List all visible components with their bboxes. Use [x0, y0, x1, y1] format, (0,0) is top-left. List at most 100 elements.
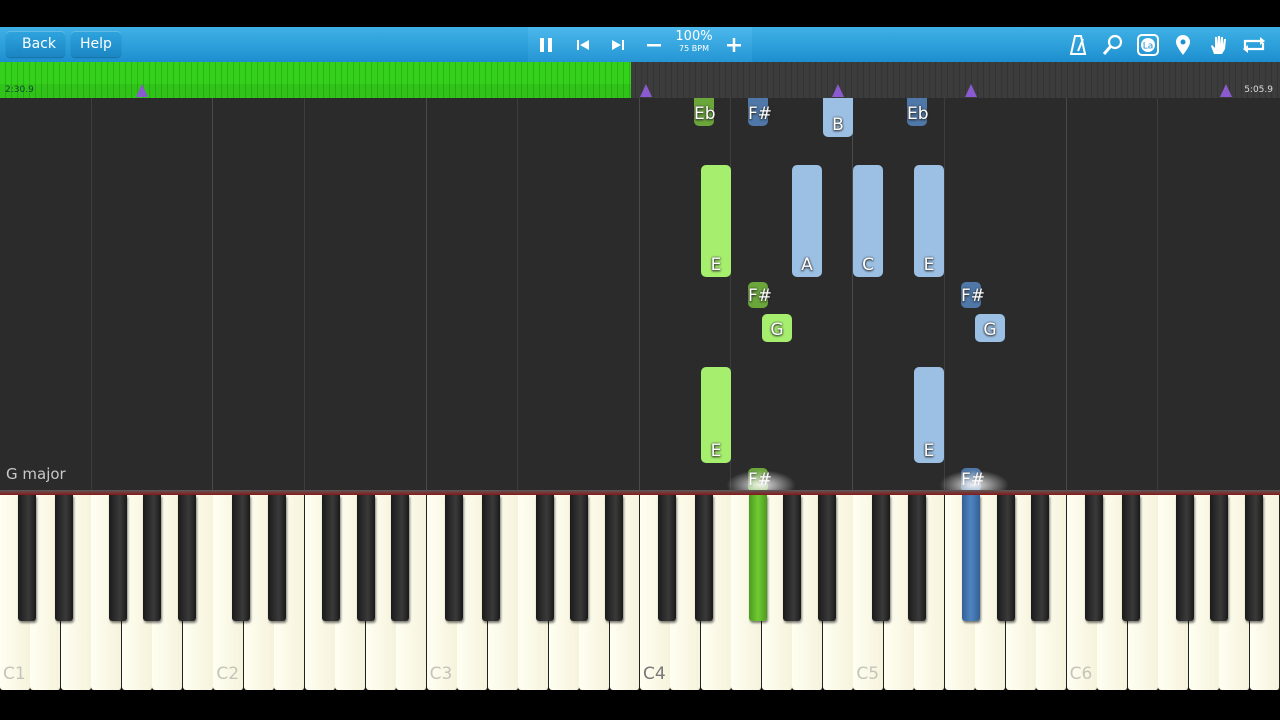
black-key-D-sharp6[interactable] [1121, 495, 1140, 621]
location-pin-icon[interactable] [1168, 27, 1198, 62]
end-time: 5:05.9 [1244, 85, 1273, 95]
note-bar: E [914, 165, 944, 277]
black-key-D-sharp1[interactable] [54, 495, 73, 621]
tempo-percent: 100% [675, 29, 713, 44]
black-key-D-sharp4[interactable] [694, 495, 713, 621]
black-key-D-sharp2[interactable] [268, 495, 287, 621]
black-key-C-sharp1[interactable] [18, 495, 37, 621]
progress-bar [0, 62, 632, 98]
black-key-F-sharp5[interactable] [962, 495, 981, 621]
tempo-readout: 100% 75 BPM [672, 29, 716, 54]
key-hit-glow [939, 470, 1009, 490]
synthesia-window: Back Help 100% 75 BPM La 2:30.9 5:05.9 E… [0, 0, 1280, 720]
black-key-C-sharp4[interactable] [658, 495, 677, 621]
note-bar: Eb [694, 98, 716, 126]
note-bar: F# [961, 282, 986, 308]
metronome-icon[interactable] [1063, 27, 1093, 62]
octave-label: C5 [856, 664, 880, 684]
note-label: E [923, 441, 935, 461]
note-bar: E [701, 367, 731, 463]
note-bar: F# [748, 98, 773, 126]
note-bar: Eb [907, 98, 929, 126]
black-key-F-sharp6[interactable] [1175, 495, 1194, 621]
black-key-G-sharp4[interactable] [783, 495, 802, 621]
grid-line [1157, 98, 1158, 490]
bottom-bar [0, 690, 1280, 720]
bookmark-marker[interactable] [832, 84, 844, 97]
note-label: B [832, 115, 844, 135]
octave-line [212, 98, 213, 490]
bookmark-marker[interactable] [1220, 84, 1232, 97]
black-key-A-sharp6[interactable] [1244, 495, 1263, 621]
black-key-C-sharp3[interactable] [445, 495, 464, 621]
black-key-D-sharp5[interactable] [908, 495, 927, 621]
plus-icon[interactable] [717, 27, 751, 62]
grid-line [517, 98, 518, 490]
loop-icon[interactable] [1239, 27, 1269, 62]
octave-line [639, 98, 640, 490]
black-key-G-sharp2[interactable] [356, 495, 375, 621]
black-key-G-sharp5[interactable] [996, 495, 1015, 621]
octave-label: C1 [3, 664, 26, 684]
start-time: 2:30.9 [5, 85, 34, 95]
grid-line [304, 98, 305, 490]
octave-label: C4 [643, 664, 666, 684]
octave-label: C3 [429, 664, 453, 684]
black-key-C-sharp2[interactable] [231, 495, 250, 621]
bookmark-marker[interactable] [640, 84, 652, 97]
black-key-A-sharp4[interactable] [817, 495, 836, 621]
magnifier-icon[interactable] [1098, 27, 1128, 62]
black-key-A-sharp1[interactable] [177, 495, 196, 621]
black-key-A-sharp3[interactable] [604, 495, 623, 621]
key-signature: G major [6, 465, 66, 483]
note-bar: G [975, 314, 1005, 342]
note-bar: E [701, 165, 731, 277]
black-key-C-sharp5[interactable] [871, 495, 890, 621]
note-label: F# [748, 286, 773, 306]
note-bar: F# [748, 282, 773, 308]
black-key-F-sharp2[interactable] [322, 495, 341, 621]
note-label: F# [961, 286, 986, 306]
song-timeline[interactable]: 2:30.9 5:05.9 [0, 62, 1280, 98]
octave-line [1066, 98, 1067, 490]
skip-back-icon[interactable] [566, 27, 600, 62]
black-key-G-sharp1[interactable] [143, 495, 162, 621]
black-key-A-sharp2[interactable] [391, 495, 410, 621]
black-key-A-sharp5[interactable] [1031, 495, 1050, 621]
note-label: G [983, 320, 997, 340]
bookmark-marker[interactable] [136, 84, 148, 97]
black-key-F-sharp1[interactable] [108, 495, 127, 621]
grid-line [944, 98, 945, 490]
pause-icon[interactable] [529, 27, 563, 62]
bookmark-marker[interactable] [965, 84, 977, 97]
note-bar: G [762, 314, 792, 342]
note-label: Eb [907, 104, 929, 124]
note-label: A [801, 255, 813, 275]
black-key-G-sharp6[interactable] [1210, 495, 1229, 621]
note-label: E [710, 255, 722, 275]
note-label: F# [748, 104, 773, 124]
back-button[interactable]: Back [6, 31, 65, 57]
black-key-F-sharp4[interactable] [748, 495, 767, 621]
black-key-C-sharp6[interactable] [1085, 495, 1104, 621]
help-button[interactable]: Help [71, 31, 121, 57]
minus-icon[interactable] [637, 27, 671, 62]
black-key-F-sharp3[interactable] [535, 495, 554, 621]
note-label: E [923, 255, 935, 275]
note-bar: A [792, 165, 822, 277]
toolbar: Back Help 100% 75 BPM La [0, 27, 1280, 63]
octave-line [852, 98, 853, 490]
octave-label: C2 [216, 664, 240, 684]
note-labels-icon[interactable]: La [1133, 27, 1163, 62]
octave-line [426, 98, 427, 490]
black-key-G-sharp3[interactable] [570, 495, 589, 621]
note-label: C [862, 255, 874, 275]
note-bar: B [823, 98, 853, 137]
key-hit-glow [726, 470, 796, 490]
skip-forward-icon[interactable] [601, 27, 635, 62]
note-label: Eb [694, 104, 716, 124]
black-key-D-sharp3[interactable] [481, 495, 500, 621]
hand-icon[interactable] [1203, 27, 1233, 62]
piano-keyboard[interactable]: C1 C2 C3 C4 C5 C6 [0, 490, 1280, 690]
falling-notes-area: Eb F# B Eb E A C E F# F# G G E E F# F# G… [0, 98, 1280, 490]
